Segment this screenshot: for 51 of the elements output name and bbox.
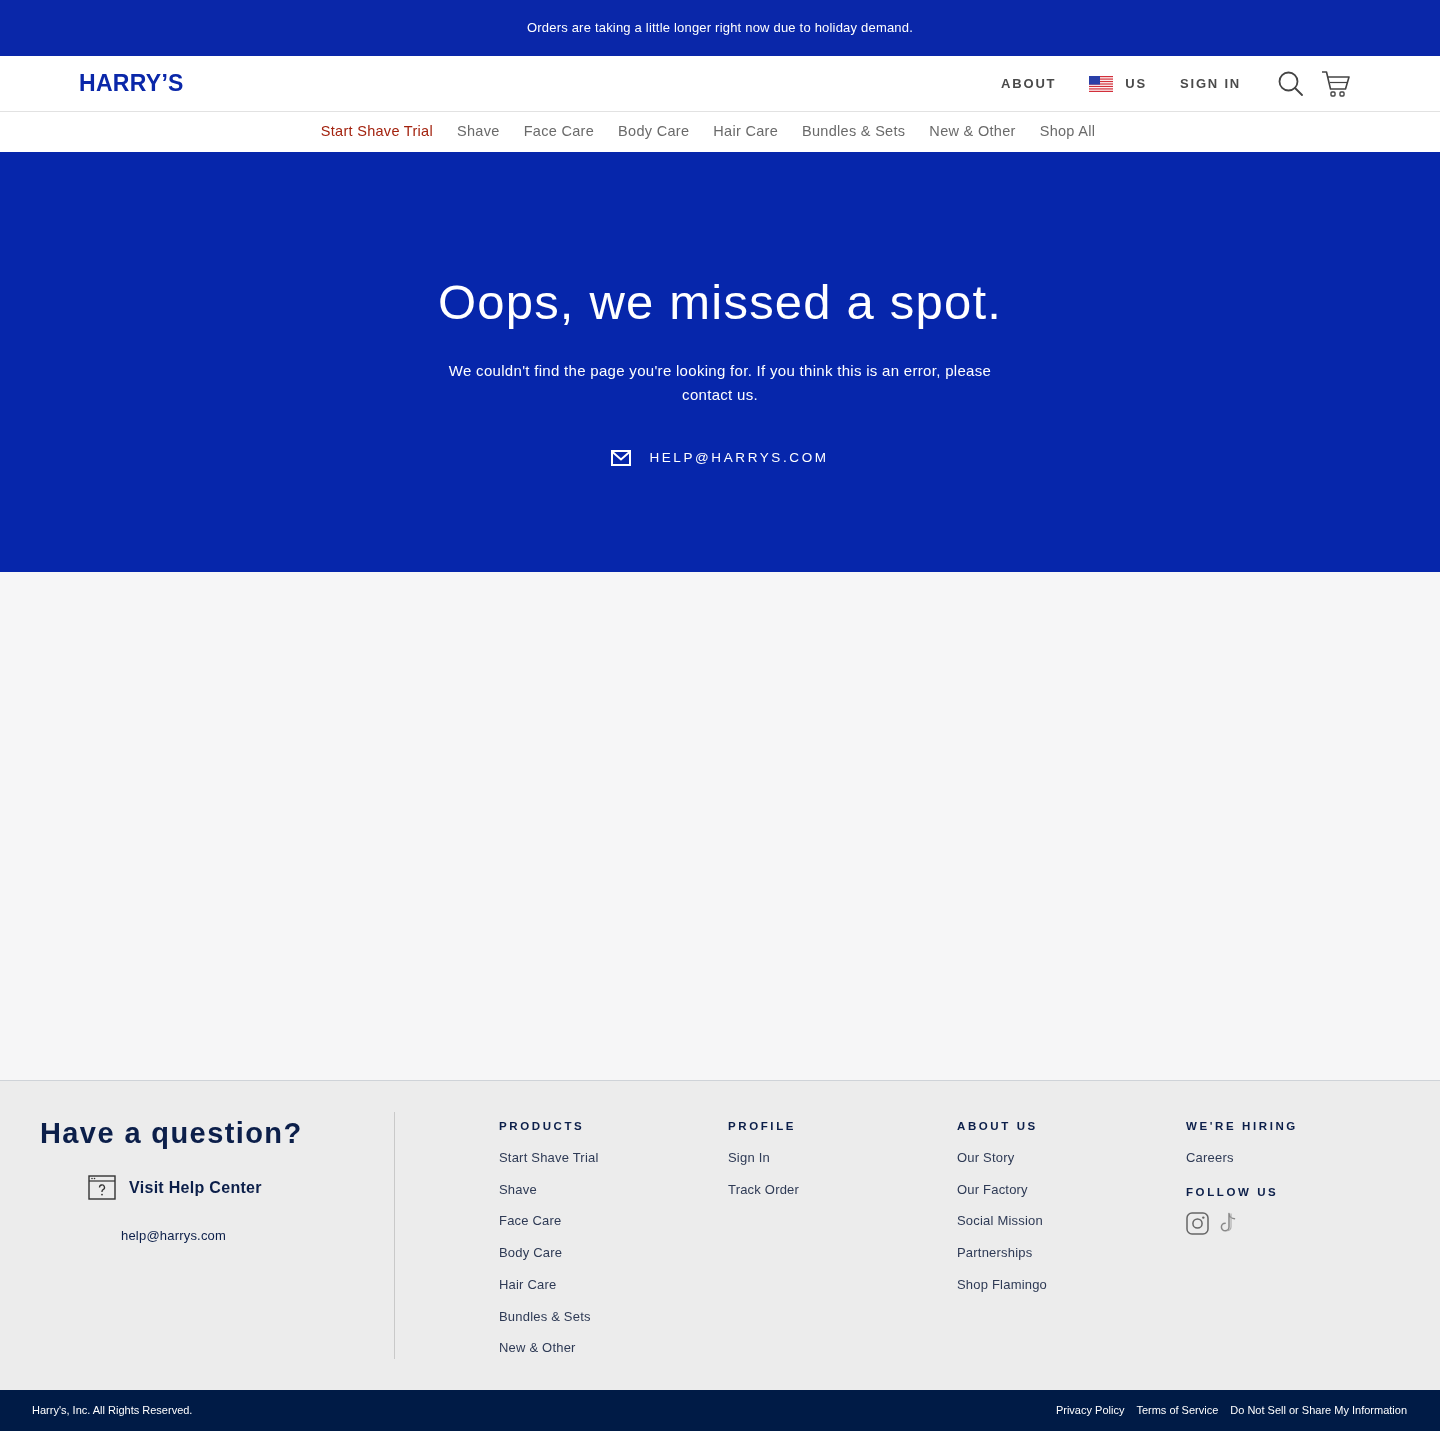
footer-link[interactable]: Face Care [499,1205,562,1238]
email-link[interactable]: HELP@HARRYS.COM [611,448,829,469]
nav-link[interactable]: New & Other [929,121,1016,143]
flag-icon [1089,75,1114,92]
envelope-icon [611,450,632,467]
column-heading: ABOUT US [957,1119,1038,1134]
search-icon[interactable] [1278,71,1303,96]
help-email-link[interactable]: help@harrys.com [121,1226,227,1246]
region-link[interactable]: US [1125,73,1147,94]
copyright-text: Harry's, Inc. All Rights Reserved. [32,1403,193,1419]
footer-link[interactable]: Hair Care [499,1268,557,1301]
nav-link[interactable]: Body Care [618,121,690,143]
footer-link[interactable]: Sign In [728,1142,770,1174]
camera-icon[interactable] [1186,1211,1209,1235]
cart-icon[interactable] [1321,69,1350,98]
column-heading: PROFILE [728,1119,797,1134]
column-heading: FOLLOW US [1186,1184,1279,1200]
legal-link[interactable]: Do Not Sell or Share My Information [1230,1402,1407,1419]
nav-link[interactable]: Face Care [523,121,595,143]
nav-link[interactable]: Bundles & Sets [802,121,906,143]
sign-in-link[interactable]: SIGN IN [1180,73,1241,94]
footer-link[interactable]: Body Care [499,1237,563,1269]
footer-link[interactable]: Our Story [957,1142,1015,1174]
legal-link[interactable]: Terms of Service [1136,1402,1219,1419]
footer-link[interactable]: Start Shave Trial [499,1142,599,1174]
footer-link[interactable]: Shop Flamingo [957,1268,1048,1301]
footer-link[interactable]: Partnerships [957,1237,1033,1269]
footer-link[interactable]: Shave [499,1173,537,1206]
column-heading: WE'RE HIRING [1186,1119,1298,1134]
help-center-text: Visit Help Center [129,1177,262,1198]
help-center-link[interactable]: Visit Help Center [88,1175,262,1200]
footer-link[interactable]: Our Factory [957,1173,1028,1206]
footer-link[interactable]: Track Order [728,1173,800,1206]
about-link[interactable]: ABOUT [1001,73,1057,94]
email-text: HELP@HARRYS.COM [649,449,829,467]
help-window-icon [88,1175,116,1200]
error-message: We couldn't find the page you're looking for. If you think this is an error, please contact us. [447,361,993,405]
nav-link[interactable]: Hair Care [713,121,778,143]
legal-link[interactable]: Privacy Policy [1055,1402,1125,1419]
column-heading: PRODUCTS [499,1119,585,1134]
nav-link[interactable]: Start Shave Trial [320,121,433,143]
footer-link[interactable]: Social Mission [957,1205,1043,1238]
footer-link[interactable]: Careers [1186,1142,1234,1174]
footer-link[interactable]: New & Other [499,1332,576,1364]
logo[interactable]: HARRY’S [79,66,184,101]
page-title: Oops, we missed a spot. [437,274,1003,330]
nav-link[interactable]: Shop All [1039,121,1096,143]
footer-link[interactable]: Bundles & Sets [499,1300,591,1333]
help-heading: Have a question? [40,1116,303,1151]
announcement-text: Orders are taking a little longer right now due to holiday demand. [526,19,914,38]
nav-link[interactable]: Shave [457,121,500,143]
